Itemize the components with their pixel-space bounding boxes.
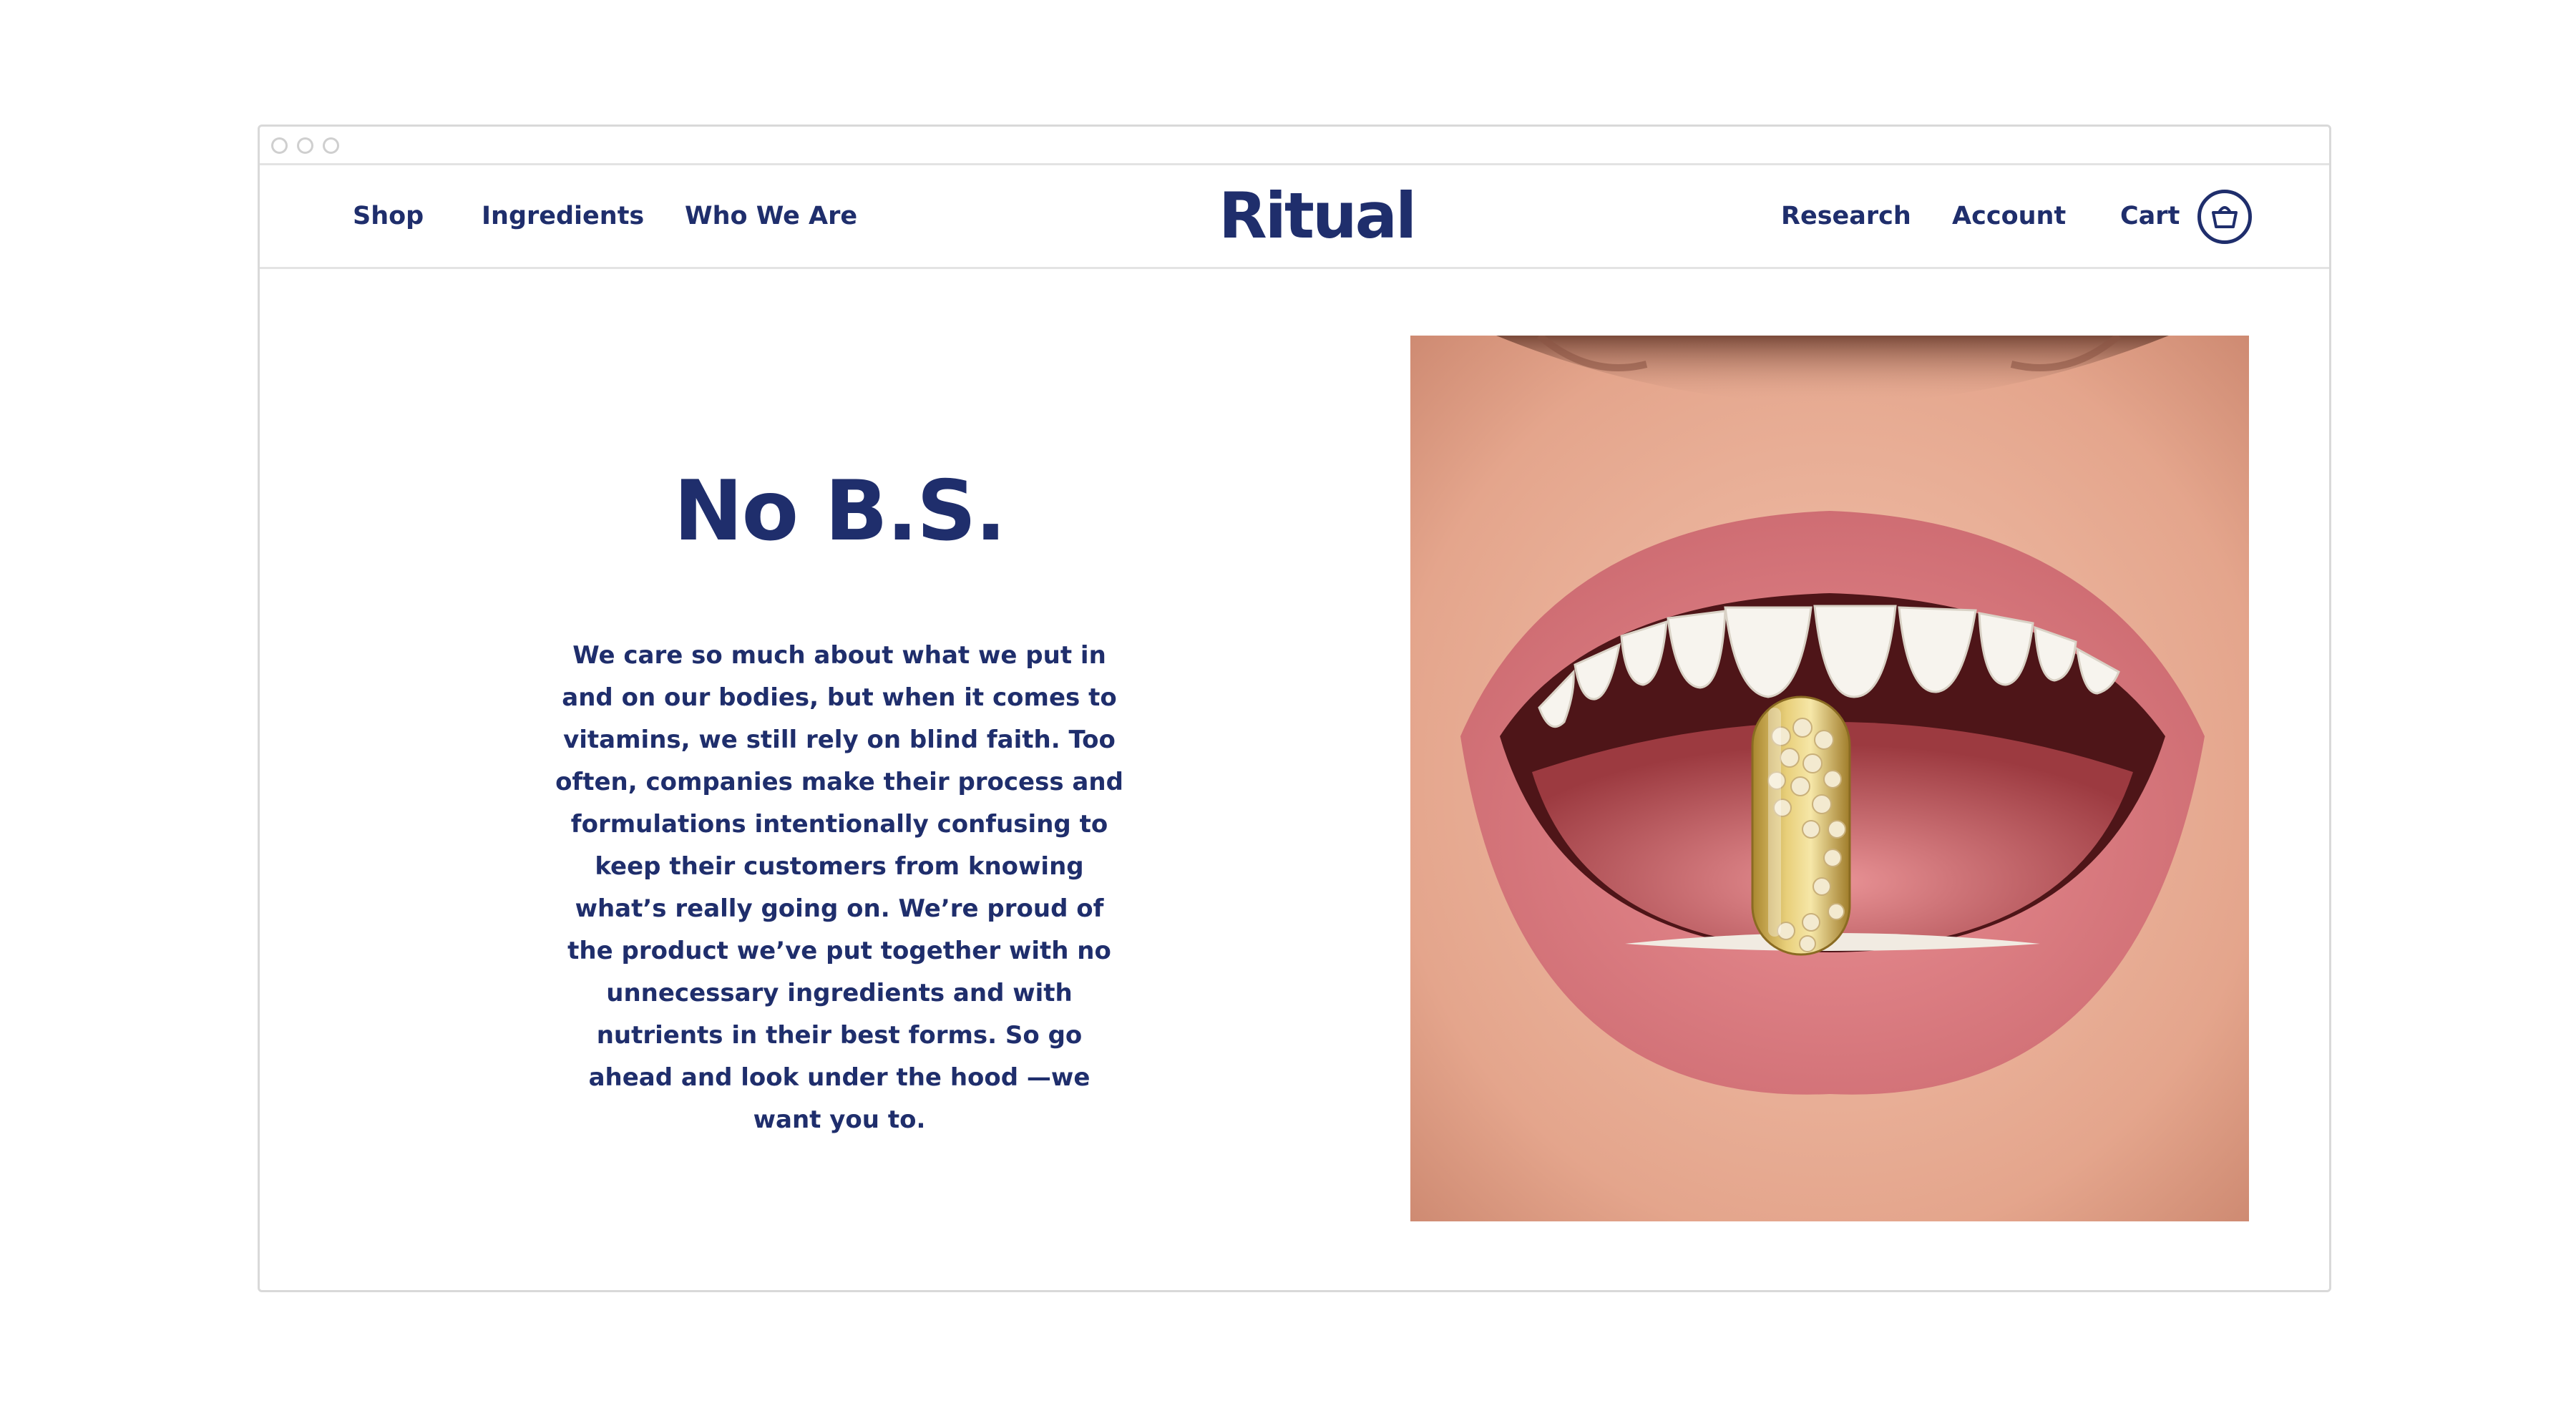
brand-logo[interactable]: Ritual <box>1219 165 1417 267</box>
nav-link-who-we-are[interactable]: Who We Are <box>685 165 857 267</box>
window-control-dot[interactable] <box>297 137 313 154</box>
window-control-dot[interactable] <box>323 137 339 154</box>
nav-link-shop[interactable]: Shop <box>353 165 424 267</box>
mouth-capsule-photo <box>1410 336 2249 1221</box>
intro-paragraph: We care so much about what we put in and… <box>555 641 1123 1134</box>
nav-link-cart[interactable]: Cart <box>2120 165 2180 267</box>
nav-link-research[interactable]: Research <box>1781 165 1911 267</box>
site-navbar: Shop Ingredients Who We Are Ritual Resea… <box>260 165 2329 269</box>
browser-window: Shop Ingredients Who We Are Ritual Resea… <box>258 124 2331 1292</box>
nav-link-account[interactable]: Account <box>1952 165 2066 267</box>
basket-icon[interactable] <box>2197 190 2252 244</box>
window-control-dot[interactable] <box>271 137 288 154</box>
nav-link-ingredients[interactable]: Ingredients <box>482 165 644 267</box>
page-headline: No B.S. <box>673 463 1006 560</box>
window-titlebar <box>260 127 2329 165</box>
